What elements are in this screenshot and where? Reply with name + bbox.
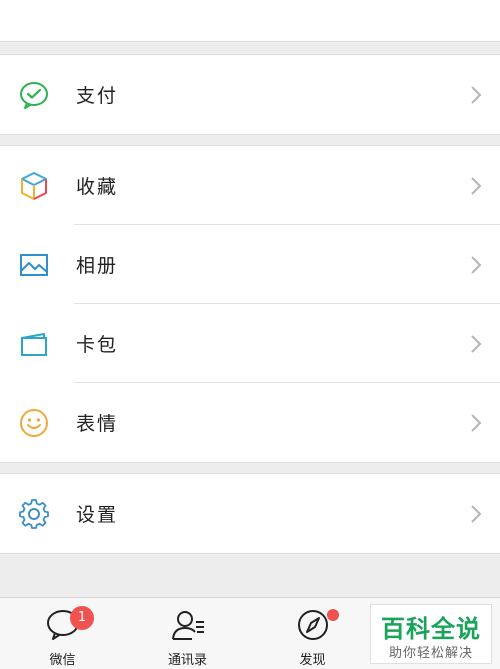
watermark-title: 百科全说 <box>381 615 481 643</box>
watermark-logo: 百科全说 助你轻松解决 <box>370 604 492 664</box>
menu-item-album[interactable]: 相册 <box>0 225 500 304</box>
menu-item-label: 相册 <box>76 255 119 277</box>
top-blank-area <box>0 0 500 42</box>
chevron-right-icon <box>471 413 482 432</box>
menu-group-pay: 支付 <box>0 54 500 135</box>
chevron-right-icon <box>471 504 482 523</box>
tab-label: 微信 <box>49 653 76 668</box>
gear-icon <box>19 498 49 529</box>
cube-icon <box>21 171 47 200</box>
menu-item-label: 设置 <box>76 504 119 526</box>
notification-dot <box>327 609 339 621</box>
card-icon <box>21 332 47 356</box>
menu-item-pay[interactable]: 支付 <box>0 55 500 134</box>
compass-icon <box>297 610 328 640</box>
menu-item-label: 支付 <box>76 85 119 107</box>
menu-item-favorites[interactable]: 收藏 <box>0 146 500 225</box>
menu-item-stickers[interactable]: 表情 <box>0 383 500 462</box>
chevron-right-icon <box>471 85 482 104</box>
watermark-subtitle: 助你轻松解决 <box>388 646 473 661</box>
tab-chats[interactable]: 1 微信 <box>0 598 125 669</box>
menu-item-label: 收藏 <box>76 176 119 198</box>
menu-group-settings: 设置 <box>0 473 500 554</box>
menu-item-label: 卡包 <box>76 334 119 356</box>
picture-icon <box>20 253 48 276</box>
tab-contacts[interactable]: 通讯录 <box>125 598 250 669</box>
chevron-right-icon <box>471 176 482 195</box>
menu-item-settings[interactable]: 设置 <box>0 474 500 553</box>
contacts-icon <box>171 611 204 640</box>
tab-label: 通讯录 <box>167 653 207 668</box>
smiley-icon <box>20 408 48 437</box>
menu-group-main: 收藏 相册 卡包 表情 <box>0 145 500 463</box>
menu-item-cards[interactable]: 卡包 <box>0 304 500 383</box>
chevron-right-icon <box>471 255 482 274</box>
tab-discover[interactable]: 发现 <box>250 598 375 669</box>
wechat-pay-icon <box>20 81 48 109</box>
chevron-right-icon <box>471 334 482 353</box>
menu-item-label: 表情 <box>76 413 119 435</box>
unread-badge: 1 <box>70 606 94 630</box>
tab-label: 发现 <box>299 653 326 668</box>
